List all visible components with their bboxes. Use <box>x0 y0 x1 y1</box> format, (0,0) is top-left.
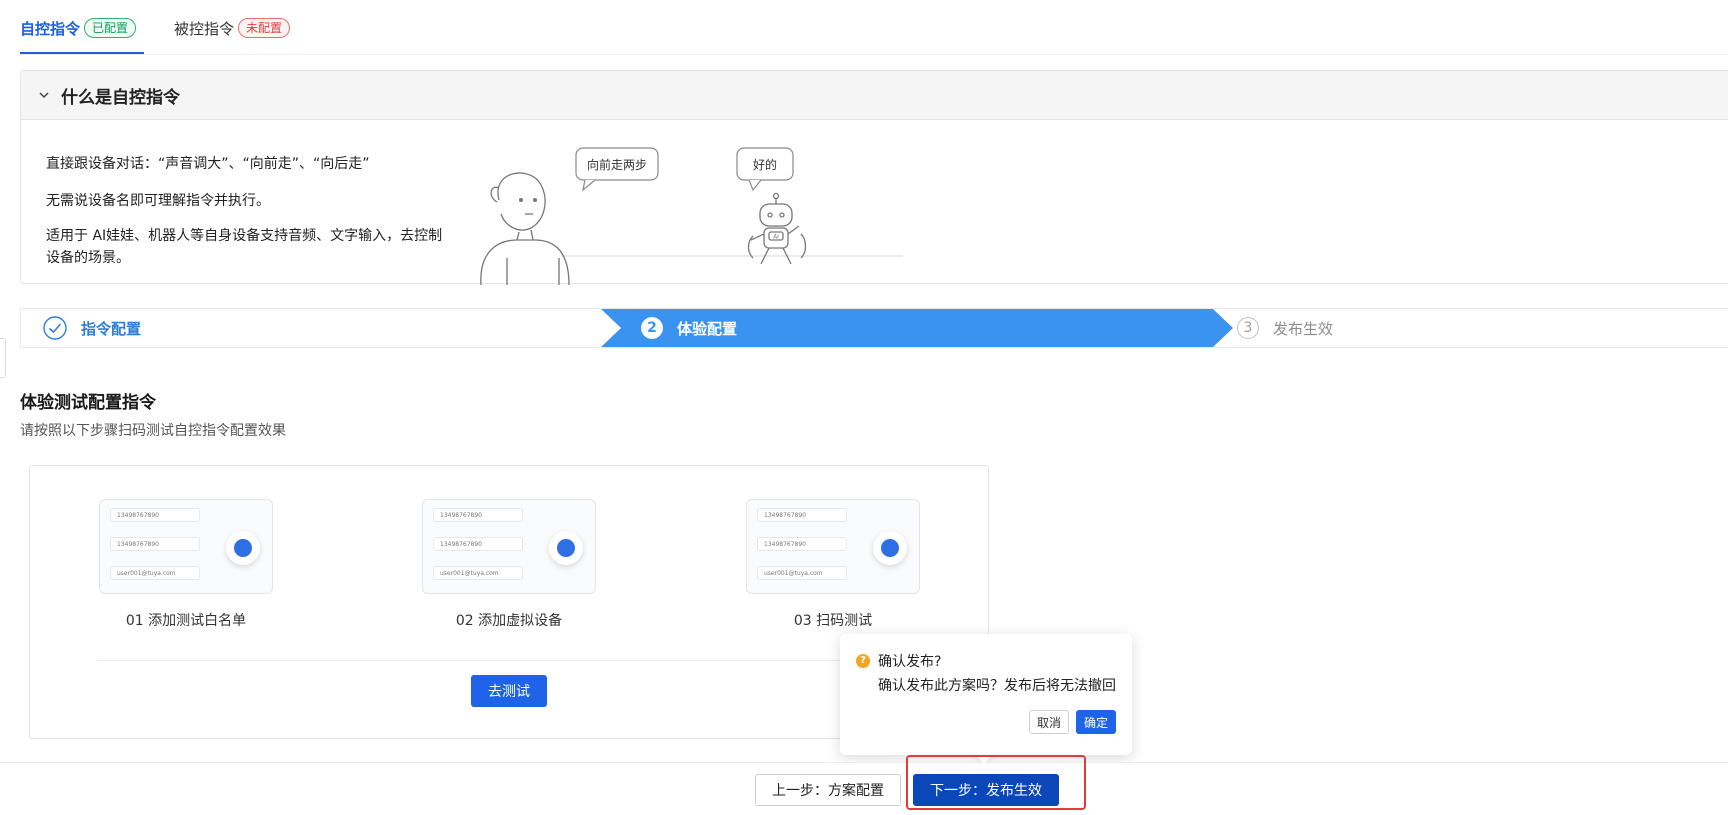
step-command-config-label: 指令配置 <box>81 319 142 338</box>
guide-step-caption: 01 添加测试白名单 <box>125 613 247 629</box>
step-experience-config[interactable]: 2 体验配置 <box>641 309 737 347</box>
side-drawer-handle[interactable] <box>0 338 6 378</box>
popover-title: 确认发布? <box>878 654 942 670</box>
section-description: 请按照以下步骤扫码测试自控指令配置效果 <box>20 423 286 439</box>
robot-speech-bubble: 好的 <box>736 147 794 192</box>
guide-step-thumbnail: 13498767890 13498767890 user001@tuya.com <box>422 499 596 594</box>
tab-self-control[interactable]: 自控指令 已配置 <box>20 18 144 54</box>
intro-line-2: 无需说设备名即可理解指令并执行。 <box>46 193 270 209</box>
intro-panel-title: 什么是自控指令 <box>61 87 180 108</box>
person-icon <box>480 172 570 285</box>
section-title: 体验测试配置指令 <box>20 393 156 413</box>
intro-panel-body: 直接跟设备对话：“声音调大”、“向前走”、“向后走” 无需说设备名即可理解指令并… <box>21 120 1728 285</box>
thumb-row: user001@tuya.com <box>110 566 200 580</box>
user-avatar-icon <box>226 531 260 565</box>
thumb-row: user001@tuya.com <box>757 566 847 580</box>
thumb-row: 13498767890 <box>110 508 200 522</box>
tab-self-control-label: 自控指令 <box>20 20 81 38</box>
robot-chest-label: AI <box>773 234 779 241</box>
intro-line-1: 直接跟设备对话：“声音调大”、“向前走”、“向后走” <box>46 156 370 172</box>
guide-step-thumbnail: 13498767890 13498767890 user001@tuya.com <box>99 499 273 594</box>
step-publish-label: 发布生效 <box>1273 319 1334 338</box>
question-circle-icon: ? <box>856 654 870 668</box>
check-circle-icon <box>43 316 67 340</box>
thumb-row: 13498767890 <box>757 508 847 522</box>
configured-badge: 已配置 <box>84 18 137 38</box>
not-configured-badge: 未配置 <box>238 18 291 38</box>
human-speech-bubble: 向前走两步 <box>575 147 659 192</box>
steps-active-arrow <box>601 309 1233 347</box>
guide-step-whitelist: 13498767890 13498767890 user001@tuya.com… <box>98 499 274 630</box>
steps-bar: 指令配置 2 体验配置 3 发布生效 <box>20 308 1728 348</box>
thumb-row: 13498767890 <box>757 537 847 551</box>
robot-speech-text: 好的 <box>753 157 777 172</box>
thumb-row: 13498767890 <box>433 537 523 551</box>
confirm-button[interactable]: 确定 <box>1076 710 1116 734</box>
go-test-button[interactable]: 去测试 <box>471 675 547 707</box>
cancel-button[interactable]: 取消 <box>1029 710 1069 734</box>
step-number-2: 2 <box>641 317 663 339</box>
guide-step-thumbnail: 13498767890 13498767890 user001@tuya.com <box>746 499 920 594</box>
guide-step-scan-test: 13498767890 13498767890 user001@tuya.com… <box>745 499 921 630</box>
human-speech-text: 向前走两步 <box>587 157 647 172</box>
step-experience-config-label: 体验配置 <box>677 319 738 338</box>
tab-passive-control[interactable]: 被控指令 未配置 <box>174 18 291 54</box>
intro-panel-header[interactable]: 什么是自控指令 <box>21 71 1728 120</box>
card-divider <box>97 660 917 661</box>
thumb-row: 13498767890 <box>110 537 200 551</box>
popover-arrow <box>975 746 993 764</box>
robot-icon <box>747 192 807 265</box>
step-publish[interactable]: 3 发布生效 <box>1237 309 1333 347</box>
step-number-3: 3 <box>1237 317 1259 339</box>
intro-panel: 什么是自控指令 直接跟设备对话：“声音调大”、“向前走”、“向后走” 无需说设备… <box>20 70 1728 285</box>
guide-step-virtual-device: 13498767890 13498767890 user001@tuya.com… <box>421 499 597 630</box>
user-avatar-icon <box>873 531 907 565</box>
chevron-down-icon <box>39 92 49 99</box>
next-step-button[interactable]: 下一步：发布生效 <box>913 774 1059 806</box>
dialogue-illustration: 向前走两步 好的 AI <box>480 147 903 285</box>
popover-description: 确认发布此方案吗？发布后将无法撤回 <box>878 678 1116 694</box>
command-tabs: 自控指令 已配置 被控指令 未配置 <box>20 0 1728 55</box>
publish-confirm-popover: ? 确认发布? 确认发布此方案吗？发布后将无法撤回 取消 确定 <box>840 634 1132 764</box>
tab-passive-control-label: 被控指令 <box>174 20 235 38</box>
guide-step-caption: 02 添加虚拟设备 <box>455 613 563 629</box>
intro-line-3: 适用于 AI娃娃、机器人等自身设备支持音频、文字输入，去控制设备的场景。 <box>46 228 443 266</box>
step-command-config[interactable]: 指令配置 <box>43 309 141 347</box>
thumb-row: user001@tuya.com <box>433 566 523 580</box>
prev-step-button[interactable]: 上一步：方案配置 <box>755 774 901 806</box>
footer-bar: 上一步：方案配置 下一步：发布生效 <box>0 762 1728 815</box>
thumb-row: 13498767890 <box>433 508 523 522</box>
user-avatar-icon <box>549 531 583 565</box>
guide-step-caption: 03 扫码测试 <box>793 613 873 629</box>
